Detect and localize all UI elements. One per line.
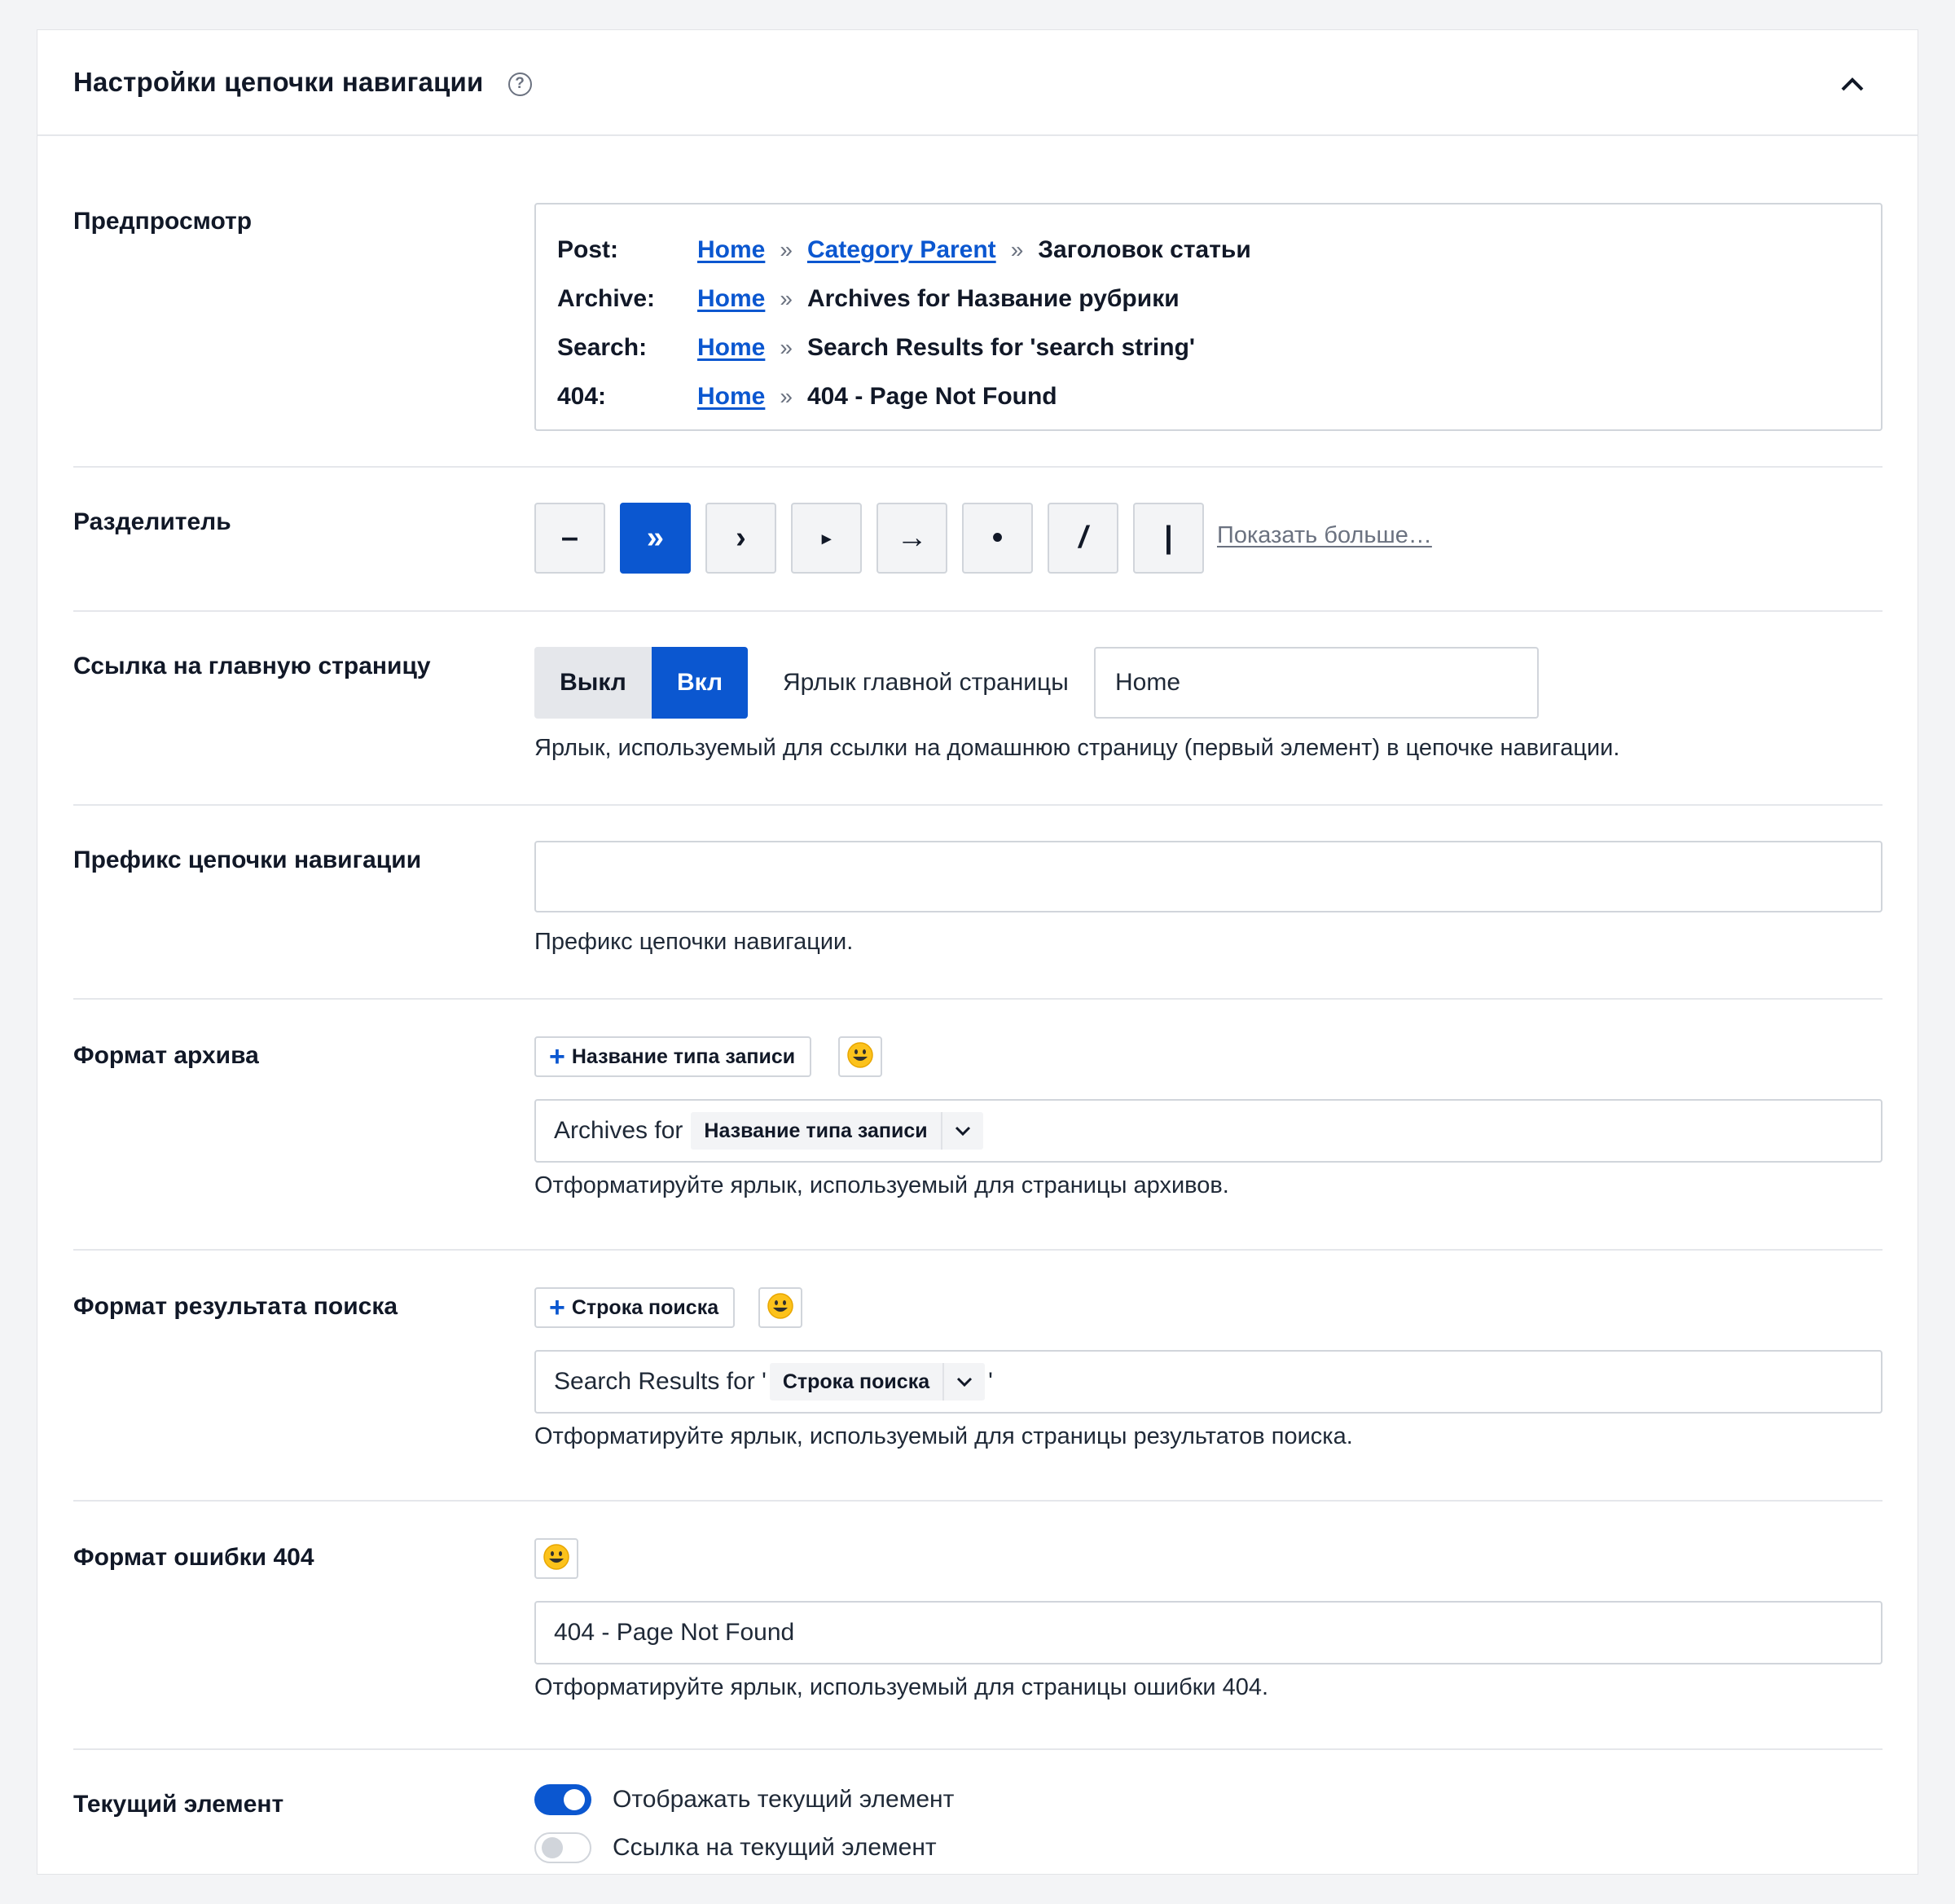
plus-icon: + — [549, 1041, 565, 1072]
smiley-icon — [767, 1292, 794, 1324]
separator-option-dash[interactable]: – — [534, 503, 605, 574]
error-format-field[interactable]: 404 - Page Not Found — [534, 1601, 1883, 1664]
preview-label: Предпросмотр — [73, 208, 253, 235]
home-label-caption: Ярлык главной страницы — [783, 669, 1069, 696]
post-type-chip[interactable]: Название типа записи — [691, 1112, 983, 1150]
breadcrumb-category-link[interactable]: Category Parent — [807, 236, 996, 264]
show-current-toggle-row: Отображать текущий элемент — [534, 1784, 954, 1815]
home-link-on-button[interactable]: Вкл — [652, 647, 748, 719]
breadcrumb-current: Archives for Название рубрики — [806, 285, 1180, 312]
panel-header[interactable]: Настройки цепочки навигации ? — [37, 30, 1918, 136]
search-format-row: Формат результата поиска + Строка поиска… — [73, 1251, 1883, 1502]
preview-line-label: 404: — [557, 383, 607, 410]
breadcrumb-current: 404 - Page Not Found — [806, 383, 1057, 410]
add-search-string-tag-button[interactable]: + Строка поиска — [534, 1287, 736, 1328]
breadcrumb-separator: » — [1010, 237, 1024, 262]
preview-row: Предпросмотр Post: Home » Category Paren… — [73, 173, 1883, 468]
error-format-help: Отформатируйте ярлык, используемый для с… — [534, 1674, 1269, 1700]
prefix-row: Префикс цепочки навигации Префикс цепочк… — [73, 806, 1883, 1000]
separator-option-triangle[interactable]: ▸ — [791, 503, 862, 574]
chevron-up-icon[interactable] — [1836, 68, 1869, 100]
home-label-input[interactable] — [1094, 647, 1539, 719]
error-format-row: Формат ошибки 404 404 - Page Not Found О… — [73, 1502, 1883, 1750]
home-link-label: Ссылка на главную страницу — [73, 653, 431, 679]
prefix-label: Префикс цепочки навигации — [73, 846, 422, 873]
show-more-link[interactable]: Показать больше… — [1217, 522, 1432, 549]
preview-line-search: Search: Home » Search Results for 'searc… — [557, 323, 1860, 372]
breadcrumb-separator: » — [780, 286, 793, 311]
chevron-down-icon[interactable] — [940, 1112, 983, 1150]
chip-label: Название типа записи — [704, 1119, 928, 1142]
breadcrumbs-settings-panel: Настройки цепочки навигации ? Предпросмо… — [37, 29, 1918, 1875]
breadcrumb-home-link[interactable]: Home — [697, 285, 765, 313]
question-circle-icon[interactable]: ? — [507, 72, 532, 96]
show-current-switch[interactable] — [534, 1784, 591, 1815]
preview-line-404: 404: Home » 404 - Page Not Found — [557, 372, 1860, 421]
chip-label: Строка поиска — [782, 1370, 930, 1393]
current-item-row: Текущий элемент Отображать текущий элеме… — [73, 1750, 1883, 1872]
chevron-down-icon[interactable] — [942, 1363, 985, 1401]
link-current-label: Ссылка на текущий элемент — [613, 1834, 937, 1861]
breadcrumb-home-link[interactable]: Home — [697, 236, 765, 264]
breadcrumb-separator: » — [780, 237, 793, 262]
add-post-type-tag-button[interactable]: + Название типа записи — [534, 1036, 812, 1077]
home-link-off-button[interactable]: Выкл — [534, 647, 652, 719]
separator-label: Разделитель — [73, 508, 231, 535]
emoji-picker-button[interactable] — [758, 1287, 802, 1328]
preview-line-post: Post: Home » Category Parent » Заголовок… — [557, 226, 1860, 275]
format-text: 404 - Page Not Found — [554, 1619, 795, 1646]
separator-row: Разделитель – » › ▸ → • / | Показать бол… — [73, 468, 1883, 612]
breadcrumb-current: Заголовок статьи — [1038, 236, 1251, 263]
separator-option-pipe[interactable]: | — [1133, 503, 1204, 574]
emoji-picker-button[interactable] — [534, 1538, 578, 1579]
smiley-icon — [543, 1543, 570, 1575]
emoji-picker-button[interactable] — [838, 1036, 882, 1077]
preview-line-archive: Archive: Home » Archives for Название ру… — [557, 275, 1860, 323]
separator-option-arrow[interactable]: → — [876, 503, 947, 574]
separator-option-rsaquo[interactable]: › — [705, 503, 776, 574]
format-text: ' — [988, 1368, 993, 1395]
prefix-input[interactable] — [534, 841, 1883, 912]
separator-option-slash[interactable]: / — [1048, 503, 1118, 574]
error-format-label: Формат ошибки 404 — [73, 1544, 314, 1571]
breadcrumb-separator: » — [780, 335, 793, 360]
preview-line-label: Search: — [557, 334, 648, 361]
separator-option-raquo[interactable]: » — [620, 503, 691, 574]
format-text: Search Results for ' — [554, 1368, 767, 1395]
panel-title: Настройки цепочки навигации — [73, 67, 484, 97]
smiley-icon — [846, 1041, 874, 1073]
tag-button-label: Название типа записи — [571, 1044, 796, 1068]
format-text: Archives for — [554, 1117, 683, 1144]
preview-line-label: Post: — [557, 236, 618, 263]
home-link-toggle[interactable]: Выкл Вкл — [534, 647, 748, 719]
preview-box: Post: Home » Category Parent » Заголовок… — [534, 203, 1883, 431]
tag-button-label: Строка поиска — [571, 1295, 719, 1319]
separator-option-bullet[interactable]: • — [962, 503, 1033, 574]
show-current-label: Отображать текущий элемент — [613, 1786, 955, 1813]
plus-icon: + — [549, 1292, 565, 1323]
breadcrumb-home-link[interactable]: Home — [697, 334, 765, 362]
link-current-toggle-row: Ссылка на текущий элемент — [534, 1832, 937, 1863]
archive-format-field[interactable]: Archives for Название типа записи — [534, 1099, 1883, 1163]
breadcrumb-separator: » — [780, 384, 793, 409]
home-link-row: Ссылка на главную страницу Выкл Вкл Ярлы… — [73, 612, 1883, 806]
search-format-help: Отформатируйте ярлык, используемый для с… — [534, 1423, 1353, 1449]
preview-line-label: Archive: — [557, 285, 656, 312]
current-item-label: Текущий элемент — [73, 1791, 284, 1818]
search-format-field[interactable]: Search Results for ' Строка поиска ' — [534, 1350, 1883, 1414]
home-link-help: Ярлык, используемый для ссылки на домашн… — [534, 735, 1620, 761]
archive-format-label: Формат архива — [73, 1042, 259, 1069]
archive-format-help: Отформатируйте ярлык, используемый для с… — [534, 1172, 1229, 1198]
archive-format-row: Формат архива + Название типа записи Arc… — [73, 1000, 1883, 1251]
breadcrumb-current: Search Results for 'search string' — [806, 334, 1196, 361]
prefix-help: Префикс цепочки навигации. — [534, 929, 854, 955]
link-current-switch[interactable] — [534, 1832, 591, 1863]
breadcrumb-home-link[interactable]: Home — [697, 383, 765, 411]
search-string-chip[interactable]: Строка поиска — [769, 1363, 986, 1401]
search-format-label: Формат результата поиска — [73, 1293, 398, 1320]
